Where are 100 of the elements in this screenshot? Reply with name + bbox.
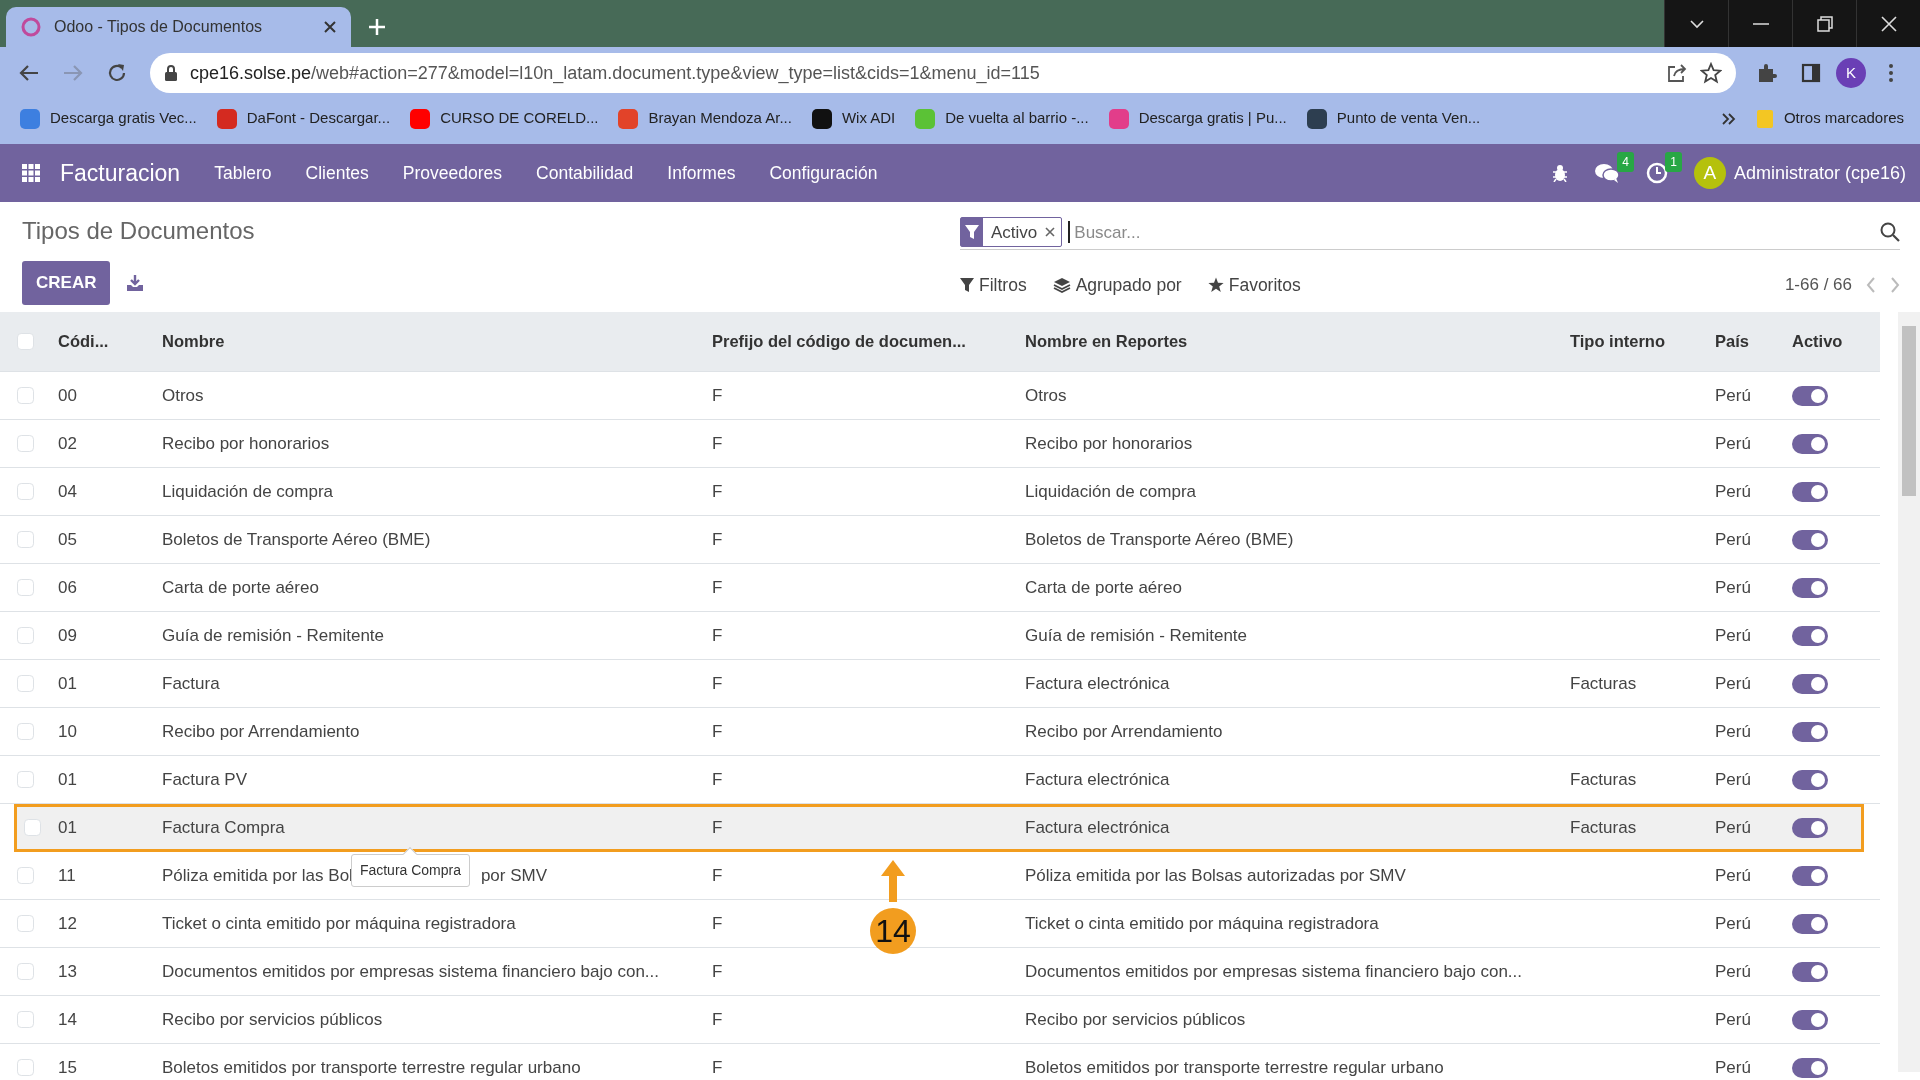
close-button[interactable] <box>1880 15 1897 32</box>
table-cell-text: F <box>712 1008 723 1031</box>
toggle-switch[interactable] <box>1792 433 1828 454</box>
column-header[interactable]: Tipo interno <box>1570 329 1666 354</box>
menu-item[interactable]: Informes <box>667 159 736 187</box>
row-checkbox[interactable] <box>16 483 34 500</box>
more-bookmarks-icon[interactable] <box>1721 112 1736 125</box>
row-checkbox[interactable] <box>16 675 34 692</box>
toggle-switch[interactable] <box>1792 721 1828 742</box>
bookmark[interactable]: Descarga gratis | Pu... <box>1108 107 1287 130</box>
menu-item[interactable]: Clientes <box>305 159 369 187</box>
table-cell-text: Perú <box>1715 672 1751 695</box>
apps-menu-icon[interactable] <box>22 164 40 182</box>
toggle-switch[interactable] <box>1792 817 1828 838</box>
toggle-switch[interactable] <box>1792 625 1828 646</box>
filter-menu-button[interactable]: Filtros <box>960 271 1027 299</box>
row-checkbox[interactable] <box>16 531 34 548</box>
toggle-switch[interactable] <box>1792 769 1828 790</box>
menu-item[interactable]: Tablero <box>214 159 272 187</box>
toggle-switch[interactable] <box>1792 577 1828 598</box>
menu-item[interactable]: Proveedores <box>402 159 503 187</box>
address-bar[interactable]: cpe16.solse.pe/web#action=277&model=l10n_latam.document.type&view_type=list&cids=1&menu_id=115 <box>150 53 1736 93</box>
chat-icon[interactable] <box>1593 162 1620 184</box>
bookmark-folder[interactable]: Otros marcadores <box>1755 107 1904 130</box>
browser-tab[interactable]: Odoo - Tipos de Documentos <box>6 7 351 47</box>
table-cell-text: Recibo por Arrendamiento <box>1025 720 1223 743</box>
create-button[interactable]: CREAR <box>22 261 111 305</box>
message-count: 4 <box>1617 152 1634 172</box>
column-header[interactable]: Activo <box>1792 329 1843 354</box>
app-name: Facturacion <box>60 158 181 188</box>
layers-icon <box>1052 277 1071 293</box>
toggle-switch[interactable] <box>1792 673 1828 694</box>
highlighted-row[interactable]: 01 Factura Compra F Factura electrónica Facturas Perú <box>14 804 1864 852</box>
search-icon[interactable] <box>1880 222 1900 243</box>
bug-icon[interactable] <box>1551 164 1568 182</box>
table-cell-text: Perú <box>1715 864 1751 887</box>
bookmark[interactable]: Descarga gratis Vec... <box>20 107 197 130</box>
row-checkbox[interactable] <box>16 1059 34 1076</box>
toggle-switch[interactable] <box>1792 481 1828 502</box>
row-checkbox[interactable] <box>16 627 34 644</box>
new-tab-button[interactable] <box>367 17 387 37</box>
filter-menu-button[interactable]: Agrupado por <box>1052 271 1182 299</box>
row-checkbox[interactable] <box>16 387 34 404</box>
table-cell-text: Perú <box>1715 432 1751 455</box>
user-name[interactable]: Administrator (cpe16) <box>1733 159 1906 187</box>
toggle-switch[interactable] <box>1792 913 1828 934</box>
bookmark[interactable]: CURSO DE CORELD... <box>410 107 599 130</box>
menu-item[interactable]: Contabilidad <box>536 159 634 187</box>
tab-search-button[interactable] <box>1688 18 1705 29</box>
column-header[interactable]: Nombre <box>162 329 225 354</box>
clock-icon[interactable] <box>1645 162 1668 184</box>
table-cell-text: Factura electrónica <box>1025 816 1170 839</box>
filter-menu-button[interactable]: Favoritos <box>1207 271 1301 299</box>
select-all-checkbox[interactable] <box>16 333 34 350</box>
toggle-switch[interactable] <box>1792 529 1828 550</box>
toggle-switch[interactable] <box>1792 865 1828 886</box>
sidebar-icon[interactable] <box>1801 63 1821 83</box>
filter-facet[interactable]: Activo <box>960 217 1063 248</box>
menu-item[interactable]: Configuración <box>769 159 878 187</box>
bookmark[interactable]: Wix ADI <box>811 107 896 130</box>
bookmark[interactable]: Punto de venta Ven... <box>1306 107 1481 130</box>
row-checkbox[interactable] <box>16 723 34 740</box>
close-icon[interactable] <box>323 20 337 34</box>
row-checkbox[interactable] <box>16 435 34 452</box>
bookmark[interactable]: DaFont - Descargar... <box>216 107 391 130</box>
table-cell-text: 11 <box>58 864 76 887</box>
column-header[interactable]: Códi... <box>58 329 109 354</box>
table-cell-text: Perú <box>1715 576 1751 599</box>
toggle-switch[interactable] <box>1792 1009 1828 1030</box>
restore-button[interactable] <box>1816 15 1833 32</box>
table-cell-text: Factura electrónica <box>1025 672 1170 695</box>
row-checkbox[interactable] <box>16 915 34 932</box>
column-header[interactable]: Nombre en Reportes <box>1025 329 1188 354</box>
table-cell-text: 13 <box>58 960 77 983</box>
row-checkbox[interactable] <box>16 579 34 596</box>
row-checkbox[interactable] <box>16 1011 34 1028</box>
column-header[interactable]: País <box>1715 329 1749 354</box>
star-icon[interactable] <box>1700 62 1722 84</box>
share-icon[interactable] <box>1666 63 1688 83</box>
row-checkbox[interactable] <box>23 819 41 836</box>
remove-icon[interactable] <box>1045 227 1056 238</box>
column-header[interactable]: Prefijo del código de documen... <box>712 329 966 354</box>
bookmark[interactable]: De vuelta al barrio -... <box>915 107 1089 130</box>
table-cell-text: F <box>712 528 723 551</box>
download-icon[interactable] <box>126 274 145 292</box>
row-checkbox[interactable] <box>16 963 34 980</box>
row-checkbox[interactable] <box>16 771 34 788</box>
reload-button[interactable] <box>106 62 128 84</box>
scrollbar[interactable] <box>1898 312 1920 1072</box>
toggle-switch[interactable] <box>1792 385 1828 406</box>
minimize-button[interactable] <box>1752 22 1769 25</box>
puzzle-icon[interactable] <box>1756 62 1778 84</box>
toggle-switch[interactable] <box>1792 1057 1828 1078</box>
kebab-menu-icon[interactable] <box>1888 63 1894 83</box>
profile-avatar[interactable]: K <box>1836 58 1866 88</box>
row-checkbox[interactable] <box>16 867 34 884</box>
toggle-switch[interactable] <box>1792 961 1828 982</box>
table-cell-text: Boletos de Transporte Aéreo (BME) <box>162 528 431 551</box>
bookmark[interactable]: Brayan Mendoza Ar... <box>618 107 792 130</box>
back-button[interactable] <box>18 63 40 83</box>
